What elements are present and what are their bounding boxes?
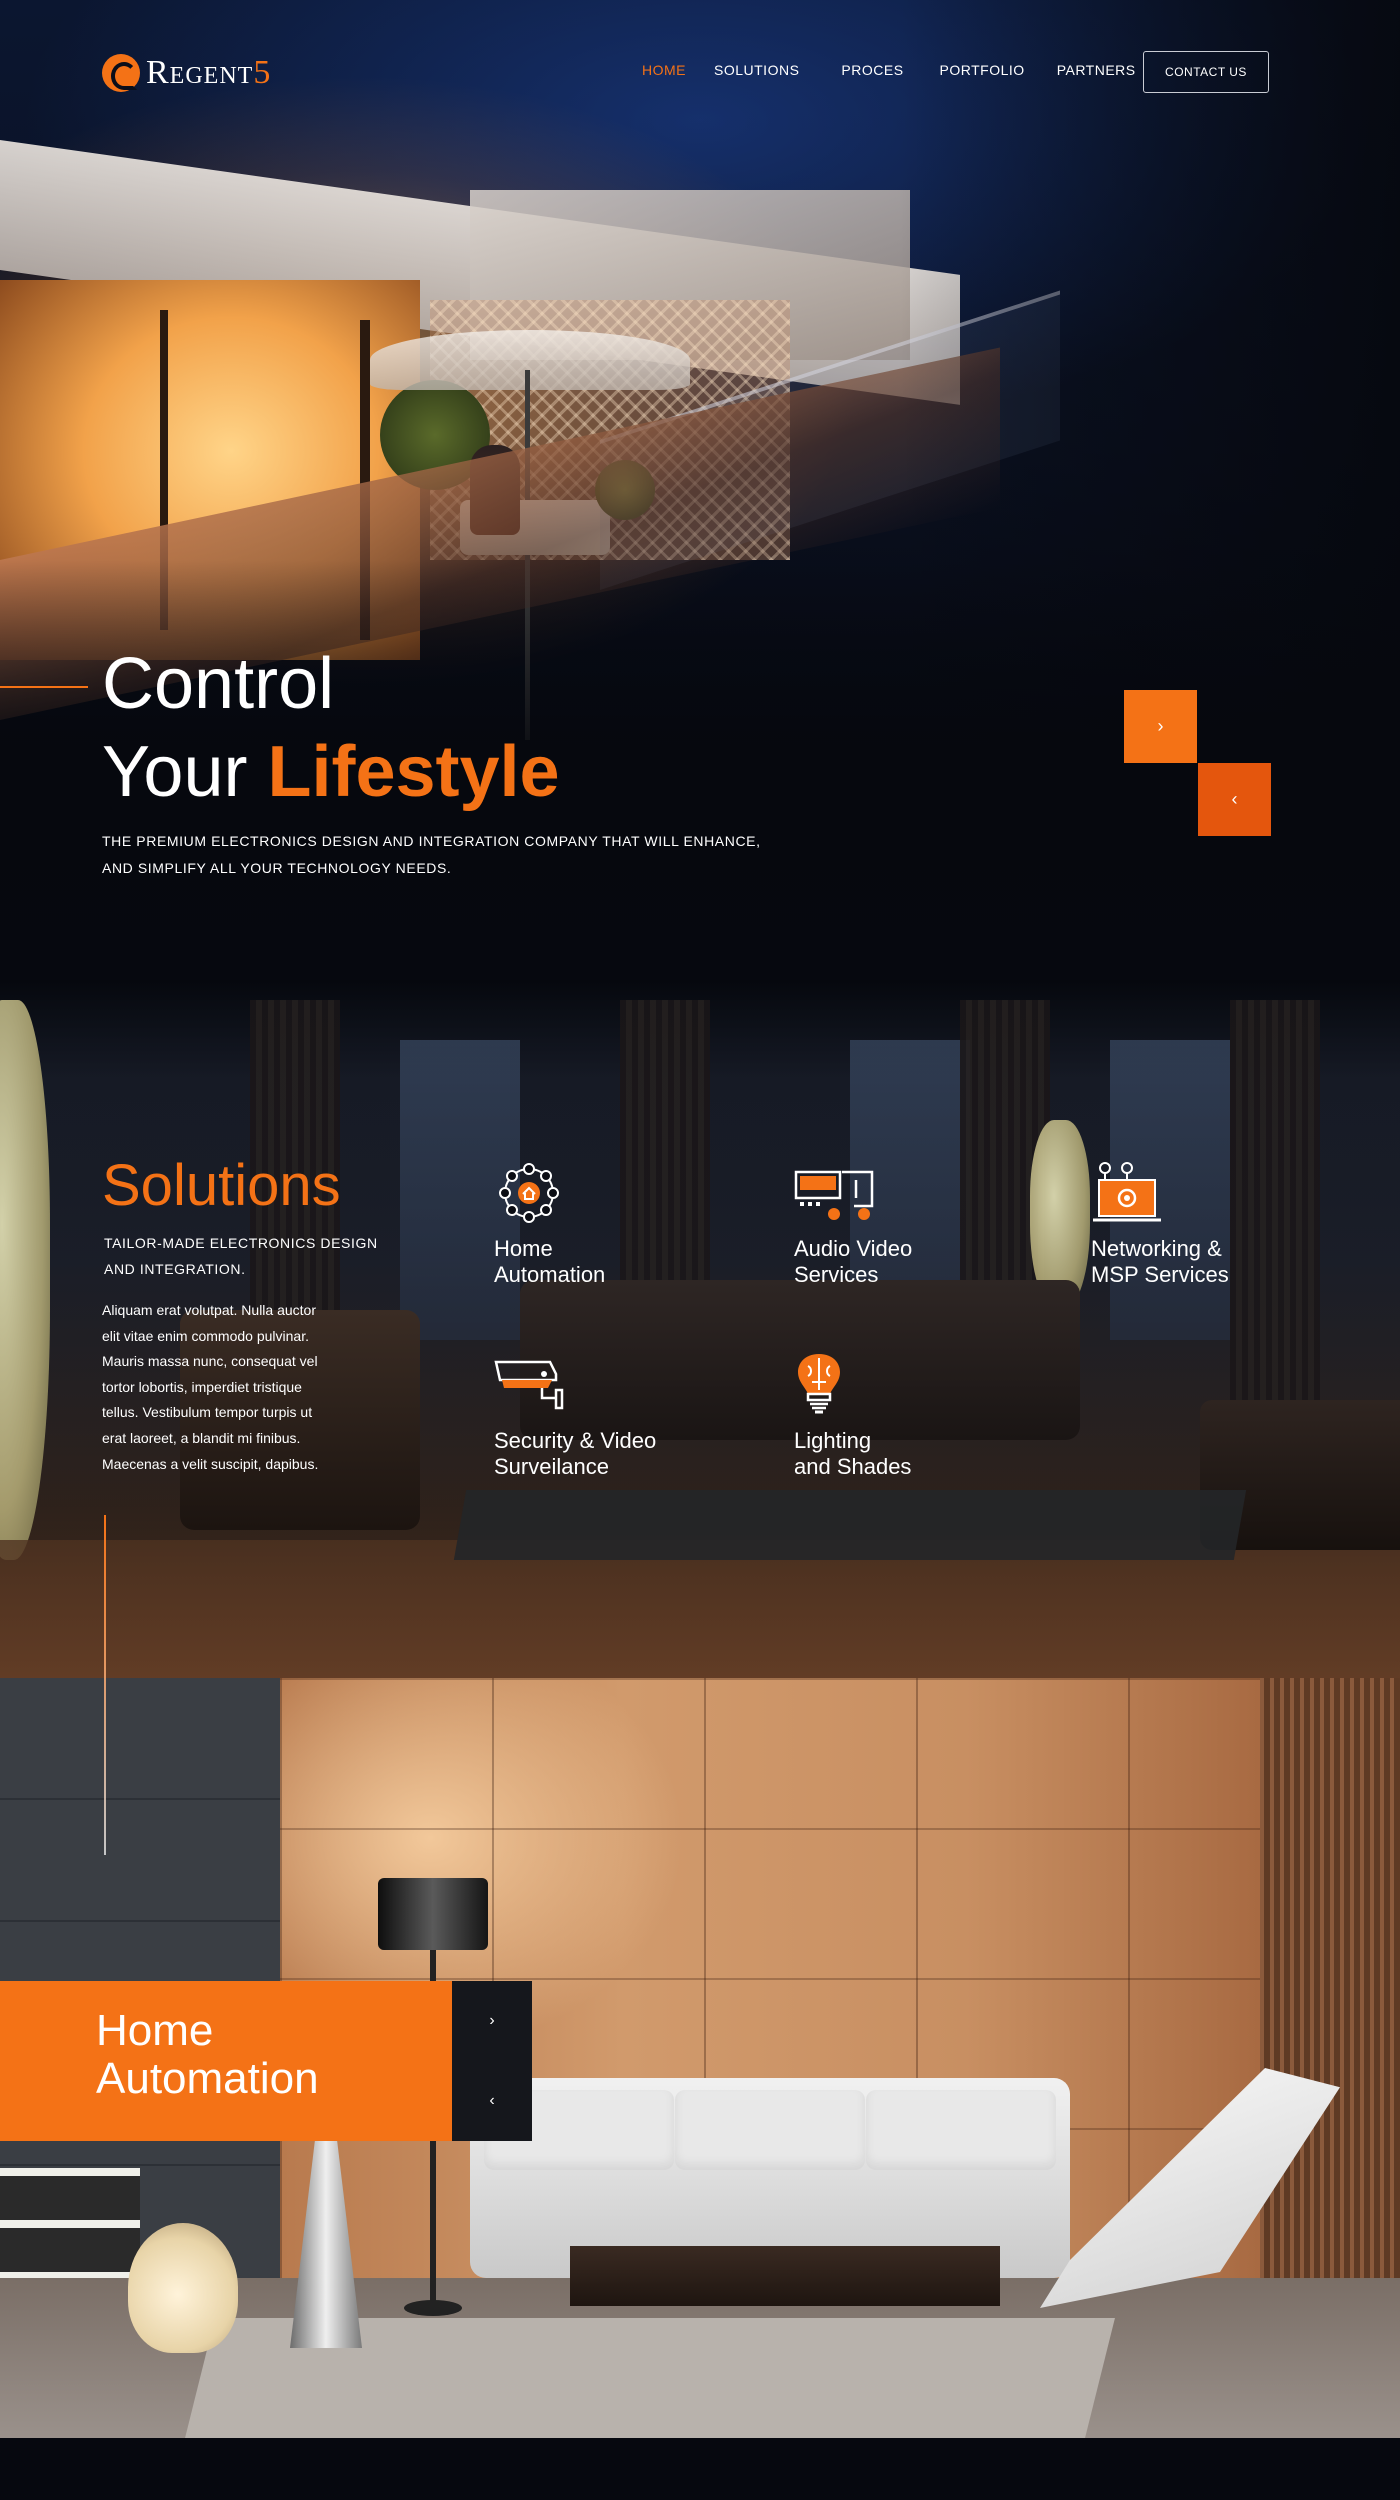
- chevron-left-icon: ‹: [1231, 789, 1238, 809]
- hero-subtitle-line1: THE PREMIUM ELECTRONICS DESIGN AND INTEG…: [102, 833, 761, 849]
- home-automation-prev-button[interactable]: ‹: [452, 2061, 532, 2141]
- service-audio-video[interactable]: Audio Video Services: [794, 1158, 1024, 1288]
- chevron-right-icon: ›: [1157, 716, 1164, 736]
- hero-umbrella: [370, 330, 690, 390]
- home-automation-next-button[interactable]: ›: [452, 1981, 532, 2061]
- hero-accent-line: [0, 686, 88, 688]
- home-automation-title: Home Automation: [96, 2007, 319, 2103]
- service-label-line2: MSP Services: [1091, 1262, 1229, 1287]
- glowing-vase: [128, 2223, 238, 2353]
- nav-menu: HOME SOLUTIONS PROCES PORTFOLIO PARTNERS: [642, 62, 1136, 78]
- brand-logo[interactable]: Regent 5: [102, 54, 270, 92]
- service-label: Security & Video Surveilance: [494, 1428, 724, 1480]
- service-label-line2: and Shades: [794, 1454, 912, 1479]
- brand-name: Regent: [146, 54, 254, 91]
- service-security-video[interactable]: Security & Video Surveilance: [494, 1350, 724, 1480]
- floor-lamp-base: [404, 2300, 462, 2316]
- solutions-body-line: Mauris massa nunc, consequat vel: [102, 1353, 318, 1370]
- coffee-table: [570, 2246, 1000, 2306]
- home-automation-title-line1: Home: [96, 2006, 214, 2055]
- service-label-line1: Security & Video: [494, 1428, 657, 1453]
- solutions-body-line: Aliquam erat volutpat. Nulla auctor: [102, 1302, 316, 1318]
- floor-lamp-shade: [378, 1878, 488, 1950]
- contact-us-button[interactable]: CONTACT US: [1143, 51, 1269, 93]
- wall-shelf: [0, 2168, 140, 2278]
- security-camera-icon: [494, 1350, 564, 1420]
- service-label-line2: Services: [794, 1262, 879, 1287]
- service-label: Networking & MSP Services: [1091, 1236, 1321, 1288]
- service-home-automation[interactable]: Home Automation: [494, 1158, 724, 1288]
- chevron-right-icon: ›: [489, 2012, 495, 2029]
- service-label-line2: Surveilance: [494, 1454, 609, 1479]
- solutions-body: Aliquam erat volutpat. Nulla auctor elit…: [102, 1298, 372, 1477]
- hero-title: Control Your Lifestyle: [102, 640, 560, 816]
- nav-item-home[interactable]: HOME: [642, 62, 686, 78]
- hero-next-button[interactable]: ›: [1124, 690, 1197, 763]
- service-label: Lighting and Shades: [794, 1428, 1024, 1480]
- footer-band: [0, 2438, 1400, 2500]
- service-networking-msp[interactable]: Networking & MSP Services: [1091, 1158, 1321, 1288]
- solutions-body-line: tellus. Vestibulum tempor turpis ut: [102, 1404, 313, 1421]
- hero-title-accent: Lifestyle: [267, 732, 560, 812]
- smart-home-hub-icon: [494, 1158, 564, 1228]
- hero-title-line1: Control: [102, 644, 335, 724]
- solutions-body-line: elit vitae enim commodo pulvinar.: [102, 1327, 309, 1344]
- solutions-rug: [453, 1490, 1247, 1560]
- solutions-tagline-line2: AND INTEGRATION.: [104, 1261, 246, 1277]
- service-label-line1: Networking &: [1091, 1236, 1222, 1261]
- service-label-line1: Home: [494, 1236, 553, 1261]
- sofa-cushion: [866, 2090, 1056, 2170]
- service-label-line1: Lighting: [794, 1428, 872, 1453]
- solutions-floor-lamp: [0, 1000, 50, 1560]
- solutions-body-line: Maecenas a velit suscipit, dapibus.: [102, 1455, 319, 1472]
- brain-bulb-icon: [794, 1350, 864, 1420]
- hero-prev-button[interactable]: ‹: [1198, 763, 1271, 836]
- solutions-tagline: TAILOR-MADE ELECTRONICS DESIGN AND INTEG…: [104, 1230, 404, 1282]
- solutions-tagline-line1: TAILOR-MADE ELECTRONICS DESIGN: [104, 1235, 378, 1251]
- solutions-body-line: tortor lobortis, imperdiet tristique: [102, 1378, 302, 1395]
- solutions-heading: Solutions: [102, 1153, 341, 1218]
- service-label: Home Automation: [494, 1236, 724, 1288]
- brand-number: 5: [253, 54, 271, 91]
- nav-item-portfolio[interactable]: PORTFOLIO: [940, 62, 1025, 78]
- sofa-cushion: [675, 2090, 865, 2170]
- nav-item-partners[interactable]: PARTNERS: [1057, 62, 1136, 78]
- home-automation-arrows: › ‹: [452, 1981, 532, 2141]
- service-label: Audio Video Services: [794, 1236, 1024, 1288]
- top-navigation: Regent 5 HOME SOLUTIONS PROCES PORTFOLIO…: [0, 0, 1400, 140]
- hero-title-line2: Your: [102, 732, 268, 812]
- service-lighting-shades[interactable]: Lighting and Shades: [794, 1350, 1024, 1480]
- section-divider-line: [104, 1515, 106, 1855]
- solutions-floor: [0, 1540, 1400, 1680]
- home-automation-title-line2: Automation: [96, 2054, 319, 2103]
- service-label-line1: Audio Video: [794, 1236, 913, 1261]
- hero-subtitle-line2: AND SIMPLIFY ALL YOUR TECHNOLOGY NEEDS.: [102, 860, 452, 876]
- hero-subtitle: THE PREMIUM ELECTRONICS DESIGN AND INTEG…: [102, 828, 822, 882]
- nav-item-proces[interactable]: PROCES: [841, 62, 903, 78]
- wood-slat-wall: [1260, 1678, 1400, 2318]
- service-label-line2: Automation: [494, 1262, 606, 1287]
- solutions-body-line: erat laoreet, a blandit mi finibus.: [102, 1429, 301, 1446]
- audio-video-icon: [794, 1158, 874, 1228]
- regent-logo-icon: [102, 54, 140, 92]
- chevron-left-icon: ‹: [489, 2092, 495, 2109]
- nav-item-solutions[interactable]: SOLUTIONS: [714, 62, 799, 78]
- network-laptop-icon: [1091, 1158, 1161, 1228]
